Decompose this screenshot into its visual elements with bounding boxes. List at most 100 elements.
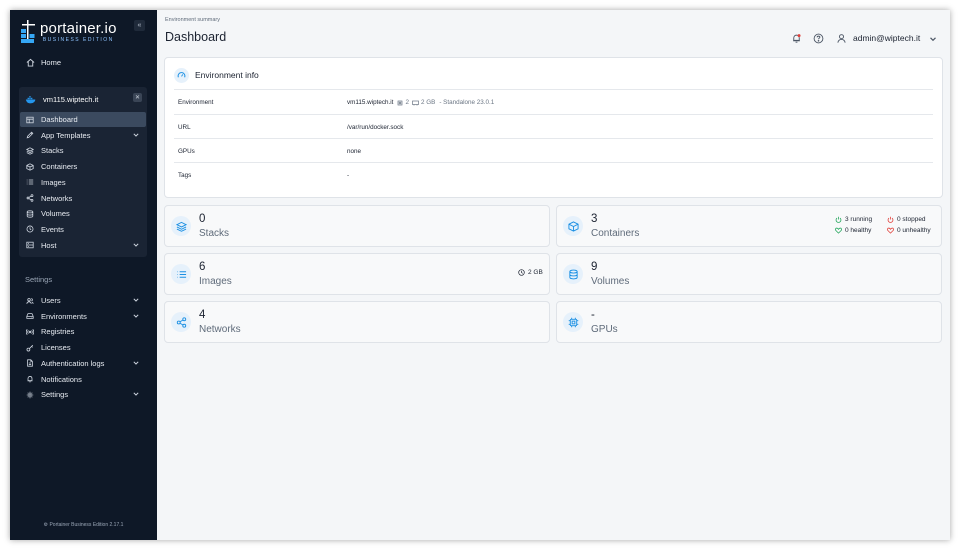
chevron-down-icon[interactable] [132,241,140,249]
home-icon [25,58,35,68]
share-icon [171,312,191,332]
stacks-card[interactable]: 0 Stacks [164,205,550,247]
heart-icon [887,227,894,234]
database-icon [563,264,583,284]
chevron-down-icon[interactable] [132,296,140,304]
volumes-count: 9 [591,261,598,273]
users-icon [25,296,35,306]
info-label: Environment [178,99,214,106]
user-icon[interactable] [836,33,847,44]
sidebar-item-home[interactable]: Home [20,55,146,70]
chevron-down-icon[interactable] [132,359,140,367]
sidebar-item-label: Networks [41,193,73,203]
networks-card[interactable]: 4 Networks [164,301,550,343]
help-icon[interactable] [813,33,824,44]
radio-icon [25,327,35,337]
gpus-card[interactable]: - GPUs [556,301,942,343]
running-count: 3 running [845,216,873,223]
sidebar-item-events[interactable]: Events [20,222,146,237]
hdd-icon [25,311,35,321]
sidebar-item-label: Environments [41,311,87,321]
sidebar-item-label: Events [41,224,64,234]
sidebar-item-containers[interactable]: Containers [20,159,146,174]
info-row-gpus: GPUs none [174,138,933,162]
gear-icon [25,390,35,400]
sidebar-item-stacks[interactable]: Stacks [20,143,146,158]
breadcrumb[interactable]: Environment summary [165,17,220,23]
images-card[interactable]: 6 Images 2 GB [164,253,550,295]
docker-icon [25,95,36,103]
chevron-down-icon[interactable] [132,312,140,320]
containers-card[interactable]: 3 Containers 3 running 0 stopped 0 healt… [556,205,942,247]
sidebar-item-volumes[interactable]: Volumes [20,206,146,221]
user-menu[interactable]: admin@wiptech.it [853,33,920,43]
file-icon [25,358,35,368]
chevron-down-icon[interactable] [132,390,140,398]
volumes-label: Volumes [591,276,630,287]
healthy-status: 0 healthy [835,227,871,234]
sidebar-item-host[interactable]: Host [20,238,146,253]
box-icon [25,162,35,172]
sidebar-item-environments[interactable]: Environments [20,309,146,324]
info-value: /var/run/docker.sock [347,124,404,131]
stack-icon [171,216,191,236]
page-title: Dashboard [165,30,227,44]
sidebar-item-users[interactable]: Users [20,293,146,308]
edit-icon [25,130,35,140]
sidebar-item-label: Containers [41,162,78,172]
sidebar-item-authentication-logs[interactable]: Authentication logs [20,356,146,371]
info-label: GPUs [178,148,195,155]
healthy-count: 0 healthy [845,227,872,234]
sidebar-item-label: Home [41,58,62,67]
environment-header: vm115.wiptech.it [19,92,147,106]
sidebar-item-images[interactable]: Images [20,175,146,190]
sidebar-item-app-templates[interactable]: App Templates [20,128,146,143]
info-row-url: URL /var/run/docker.sock [174,114,933,138]
sidebar-item-settings[interactable]: Settings [20,387,146,402]
notification-bell-icon[interactable] [791,33,802,44]
database-icon [25,209,35,219]
info-label: URL [178,124,191,131]
server-icon [25,240,35,250]
info-row-tags: Tags - [174,162,933,186]
gpus-count: - [591,309,595,321]
sidebar-item-dashboard[interactable]: Dashboard [20,112,146,127]
networks-label: Networks [199,324,241,335]
collapse-sidebar-button[interactable]: « [134,20,145,31]
memory-size: 2 GB [420,99,436,106]
sidebar-item-label: Registries [41,327,75,337]
brand-edition: BUSINESS EDITION [42,37,114,43]
sidebar-item-label: App Templates [41,130,91,140]
sidebar-item-label: Dashboard [41,115,78,124]
sidebar-item-networks[interactable]: Networks [20,191,146,206]
sidebar-item-label: Volumes [41,209,70,219]
bell-icon [25,374,35,384]
environment-close-button[interactable]: ✕ [133,93,142,102]
sidebar-item-registries[interactable]: Registries [20,324,146,339]
sidebar-item-label: Licenses [41,343,71,353]
sidebar-item-label: Authentication logs [41,358,105,368]
chevron-down-icon[interactable] [929,35,937,43]
user-name: admin@wiptech.it [853,33,921,43]
running-status: 3 running [835,216,872,223]
sidebar-item-label: Notifications [41,374,82,384]
list-icon [25,177,35,187]
sidebar-footer: ⚙ Portainer Business Edition 2.17.1 [43,522,124,528]
chevron-down-icon[interactable] [132,131,140,139]
app-window: portainer.io BUSINESS EDITION « Home vm1… [10,10,950,540]
environment-meta: - Standalone 23.0.1 [439,99,495,106]
sidebar: portainer.io BUSINESS EDITION « Home vm1… [10,10,157,540]
sidebar-item-notifications[interactable]: Notifications [20,372,146,387]
main-content: Environment summary Dashboard admin@wipt… [157,10,950,540]
settings-heading: Settings [25,275,53,284]
sidebar-item-label: Stacks [41,146,64,156]
info-label: Tags [178,172,192,179]
portainer-logo[interactable]: portainer.io BUSINESS EDITION [20,18,140,46]
networks-count: 4 [199,309,206,321]
power-icon [887,216,894,223]
clock-icon [518,269,525,276]
volumes-card[interactable]: 9 Volumes [556,253,942,295]
info-value: - [347,172,350,179]
box-icon [563,216,583,236]
sidebar-item-licenses[interactable]: Licenses [20,340,146,355]
